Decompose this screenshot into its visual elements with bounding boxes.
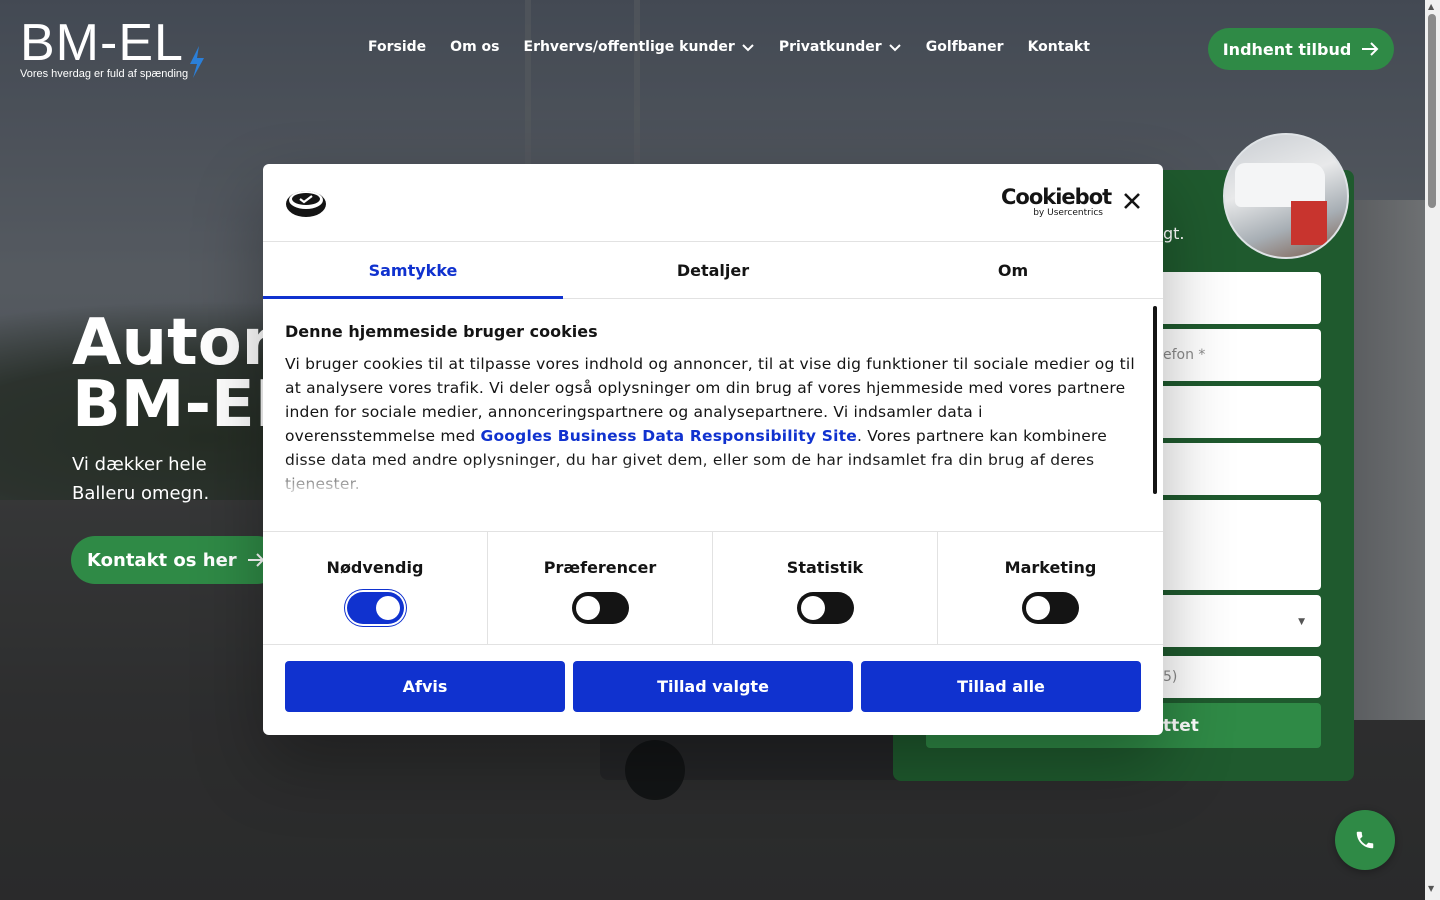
nav-item-golfbaner[interactable]: Golfbaner (926, 39, 1004, 55)
dialog-tabs: Samtykke Detaljer Om (263, 242, 1163, 299)
toggle-label: Præferencer (543, 558, 657, 577)
nav-label: Privatkunder (778, 39, 882, 55)
reject-button[interactable]: Afvis (285, 661, 565, 712)
nav-label: Golfbaner (925, 39, 1004, 55)
toggle-knob (1026, 596, 1050, 620)
toggle-knob (800, 596, 825, 620)
request-quote-label: Indhent tilbud (1222, 39, 1352, 59)
dialog-scrollbar[interactable] (1153, 306, 1157, 494)
toggle-cell-marketing: Marketing (938, 532, 1163, 645)
brand-name: Cookiebot (1001, 185, 1112, 209)
form-intro-text: gt. (1163, 224, 1185, 243)
toggle-label: Marketing (1004, 558, 1097, 577)
nav-item-privatkunder[interactable]: Privatkunder (779, 39, 902, 55)
nav-label: Erhvervs/offentlige kunder (523, 39, 735, 55)
close-icon[interactable] (1121, 190, 1143, 212)
submit-label: ttet (1163, 715, 1199, 736)
dialog-header: Cookiebot by Usercentrics (263, 164, 1163, 242)
text-fade (263, 460, 1143, 500)
nav-label: Om os (450, 39, 500, 55)
tab-detaljer[interactable]: Detaljer (563, 242, 863, 298)
logo-tagline: Vores hverdag er fuld af spænding (20, 68, 189, 80)
main-nav: Forside Om os Erhvervs/offentlige kunder… (368, 39, 1114, 55)
toggle-knob (375, 596, 400, 620)
hero-title-line2: BM-EL (72, 368, 296, 442)
field-placeholder: 5) (1163, 669, 1178, 685)
company-van-photo (1223, 133, 1349, 259)
hero-subtitle: Vi dækker hele Balleru omegn. (72, 454, 210, 504)
allow-all-button[interactable]: Tillad alle (861, 661, 1141, 712)
allow-selected-button[interactable]: Tillad valgte (573, 661, 853, 712)
toggle-cell-necessary: Nødvendig (263, 532, 488, 645)
field-placeholder: efon * (1163, 347, 1206, 363)
nav-item-om-os[interactable]: Om os (450, 39, 499, 55)
toggle-preferences[interactable] (571, 592, 629, 624)
dialog-heading: Denne hjemmeside bruger cookies (285, 322, 598, 341)
dialog-buttons: Afvis Tillad valgte Tillad alle (285, 661, 1141, 712)
contact-us-label: Kontakt os her (87, 549, 237, 571)
consent-toggles: Nødvendig Præferencer Statistik Marketin… (263, 531, 1163, 645)
arrow-right-icon (1362, 42, 1379, 56)
hero-title: Autori BM-EL (72, 306, 296, 442)
tab-om[interactable]: Om (863, 242, 1163, 298)
nav-item-erhverv[interactable]: Erhvervs/offentlige kunder (524, 39, 755, 55)
cookiebot-logo-icon (286, 191, 326, 217)
toggle-label: Statistik (786, 558, 864, 577)
phone-icon (1356, 831, 1374, 849)
toggle-necessary[interactable] (346, 592, 404, 624)
cookie-consent-dialog: Cookiebot by Usercentrics Samtykke Detal… (263, 164, 1163, 735)
call-button[interactable] (1335, 810, 1395, 870)
cookiebot-brand: Cookiebot by Usercentrics (1001, 185, 1112, 218)
chevron-down-icon (889, 44, 901, 52)
charger-shape (1291, 201, 1327, 245)
logo-text: BM-EL (20, 14, 184, 72)
page-scrollbar[interactable]: ▲ ▼ (1425, 0, 1440, 900)
nav-item-kontakt[interactable]: Kontakt (1028, 39, 1090, 55)
nav-label: Kontakt (1027, 39, 1090, 55)
toggle-label: Nødvendig (326, 558, 424, 577)
chevron-down-icon (742, 44, 754, 52)
toggle-statistics[interactable] (796, 592, 854, 624)
google-responsibility-link[interactable]: Googles Business Data Responsibility Sit… (481, 427, 857, 445)
scrollbar-thumb[interactable] (1428, 14, 1436, 208)
nav-label: Forside (368, 39, 427, 55)
nav-item-forside[interactable]: Forside (368, 39, 426, 55)
lightning-icon (190, 46, 204, 78)
request-quote-button[interactable]: Indhent tilbud (1208, 28, 1394, 70)
brand-sub: by Usercentrics (1033, 208, 1103, 218)
toggle-cell-statistics: Statistik (713, 532, 938, 645)
scroll-down-icon[interactable]: ▼ (1428, 884, 1434, 893)
select-arrow-icon: ▼ (1298, 617, 1305, 627)
toggle-marketing[interactable] (1022, 592, 1079, 624)
site-header: BM-EL Vores hverdag er fuld af spænding … (0, 0, 1425, 100)
tab-samtykke[interactable]: Samtykke (263, 242, 563, 299)
scroll-up-icon[interactable]: ▲ (1428, 2, 1434, 11)
arrow-right-icon (247, 553, 265, 567)
toggle-knob (575, 596, 600, 620)
contact-us-button[interactable]: Kontakt os her (71, 536, 281, 584)
toggle-cell-preferences: Præferencer (488, 532, 713, 645)
site-logo[interactable]: BM-EL Vores hverdag er fuld af spænding (20, 14, 210, 82)
hero-title-line1: Autori (72, 306, 296, 380)
